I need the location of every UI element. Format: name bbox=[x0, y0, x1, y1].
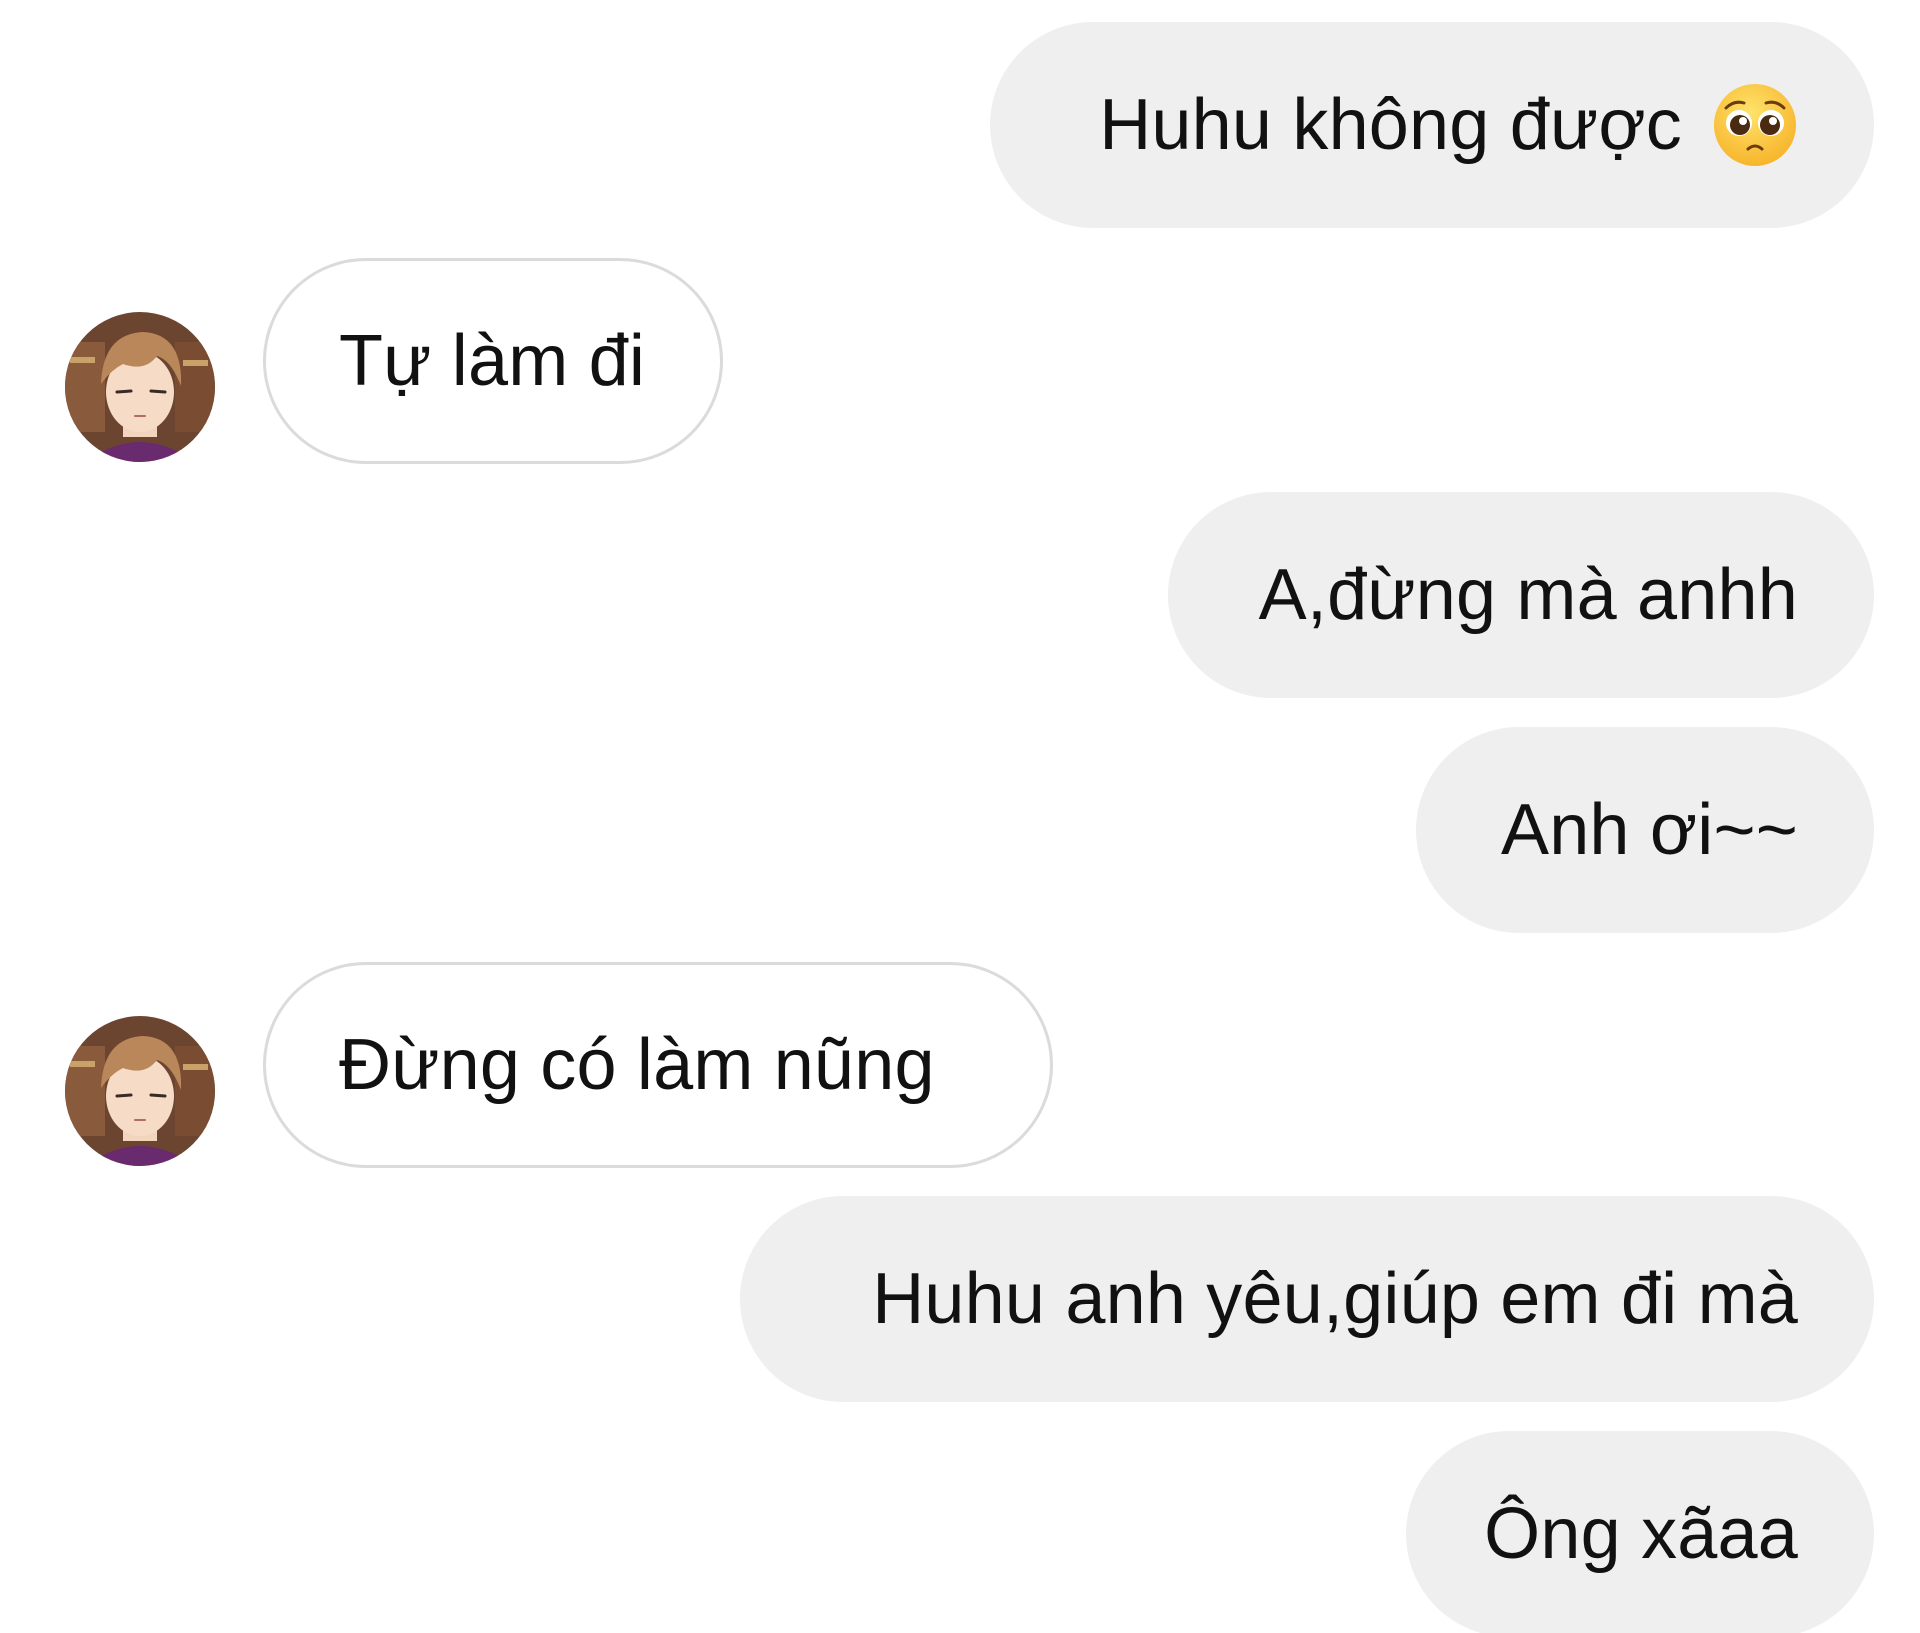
message-text: Ông xãaa bbox=[1484, 1494, 1798, 1574]
chat-thread: Huhu không được Tự làm đi A,đừng mà anhh… bbox=[0, 0, 1920, 1633]
sent-message-bubble[interactable]: Huhu không được bbox=[990, 22, 1874, 228]
pleading-face-icon bbox=[1712, 82, 1798, 168]
message-text: A,đừng mà anhh bbox=[1258, 555, 1798, 635]
contact-avatar[interactable] bbox=[65, 1016, 215, 1166]
received-message-bubble[interactable]: Tự làm đi bbox=[263, 258, 723, 464]
sent-message-bubble[interactable]: A,đừng mà anhh bbox=[1168, 492, 1874, 698]
message-text: Tự làm đi bbox=[339, 321, 646, 401]
message-text: Đừng có làm nũng bbox=[339, 1025, 935, 1105]
sent-message-bubble[interactable]: Anh ơi~~ bbox=[1416, 727, 1874, 933]
contact-avatar[interactable] bbox=[65, 312, 215, 462]
message-text: Huhu anh yêu,giúp em đi mà bbox=[872, 1259, 1798, 1339]
received-message-bubble[interactable]: Đừng có làm nũng bbox=[263, 962, 1053, 1168]
sent-message-bubble[interactable]: Ông xãaa bbox=[1406, 1431, 1874, 1633]
message-text: Huhu không được bbox=[1099, 85, 1682, 165]
sent-message-bubble[interactable]: Huhu anh yêu,giúp em đi mà bbox=[740, 1196, 1874, 1402]
message-text: Anh ơi~~ bbox=[1500, 790, 1798, 870]
